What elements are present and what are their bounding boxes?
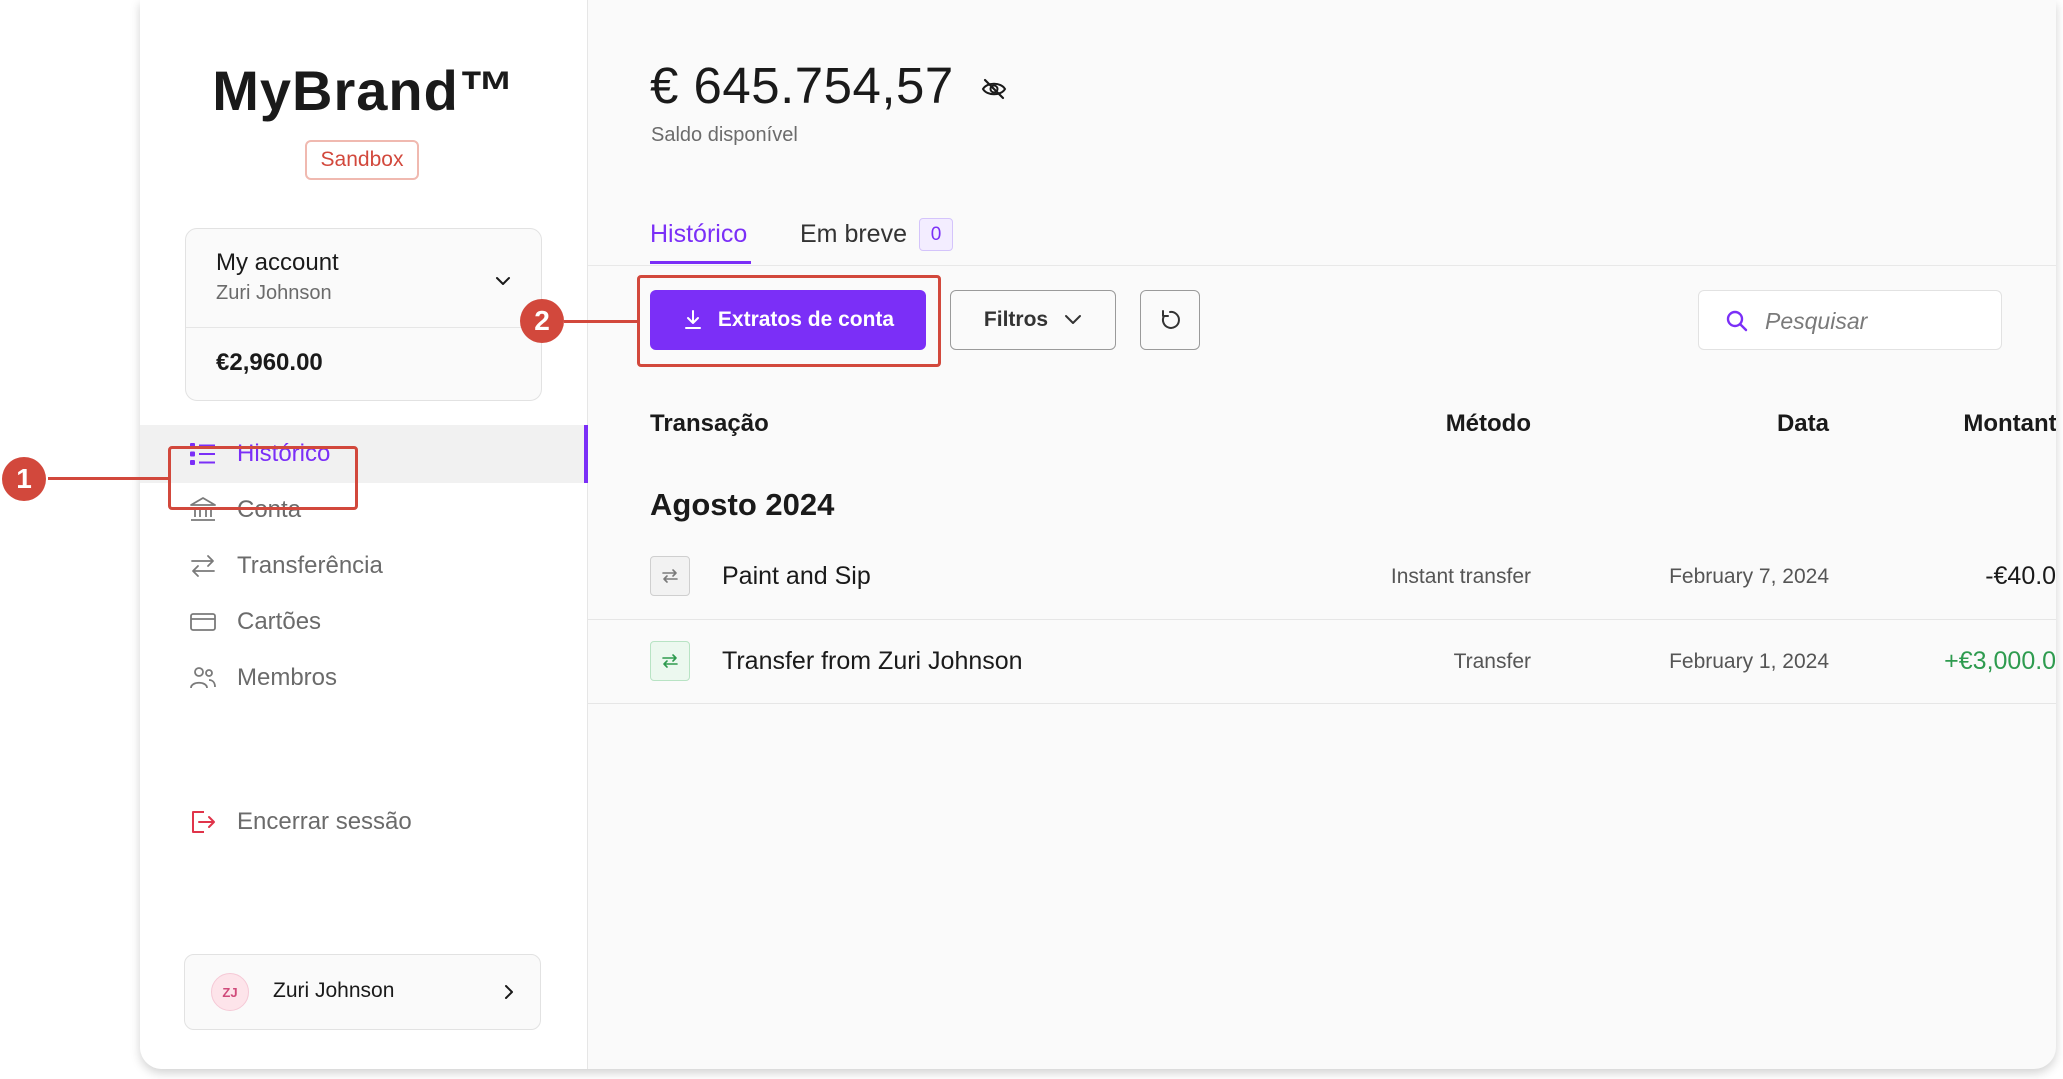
month-group-heading: Agosto 2024 [650, 487, 835, 522]
user-name: Zuri Johnson [273, 979, 395, 1002]
brand-logo: MyBrand™ [212, 59, 516, 122]
transfer-arrows-icon [191, 555, 215, 577]
bank-icon [190, 497, 216, 521]
transaction-method: Transfer [1453, 650, 1531, 673]
search-input[interactable] [1765, 303, 1985, 339]
annotation-connector-2 [564, 320, 637, 323]
sidebar-item-label: Cartões [237, 608, 322, 635]
filters-label: Filtros [983, 308, 1049, 331]
logout-label: Encerrar sessão [237, 808, 412, 835]
transaction-amount: -€40.00 [1985, 562, 2056, 590]
table-row[interactable]: Transfer from Zuri Johnson Transfer Febr… [588, 619, 2056, 703]
column-header-transaction: Transação [650, 410, 769, 437]
logout-icon [192, 811, 215, 833]
sidebar-item-label: Transferência [237, 552, 383, 579]
account-balance: €2,960.00 [216, 349, 323, 376]
transaction-date: February 1, 2024 [1669, 650, 1829, 673]
transaction-amount: +€3,000.00 [1944, 647, 2056, 675]
sidebar-item-label: Conta [237, 496, 302, 523]
available-balance: € 645.754,57 [650, 57, 954, 114]
sidebar-item-membros[interactable]: Membros [140, 649, 588, 707]
column-header-method: Método [1445, 410, 1531, 437]
refresh-icon [1161, 310, 1180, 329]
transfer-icon [650, 556, 690, 596]
account-statements-button[interactable]: Extratos de conta [650, 290, 926, 350]
column-header-date: Data [1776, 410, 1829, 437]
user-profile-button[interactable]: ZJ Zuri Johnson [184, 954, 541, 1030]
chevron-right-icon [505, 985, 513, 999]
row-divider [588, 703, 2056, 704]
account-divider [186, 327, 541, 328]
transaction-date: February 7, 2024 [1669, 565, 1829, 588]
refresh-button[interactable] [1140, 290, 1200, 350]
search-icon [1726, 310, 1748, 332]
filters-dropdown[interactable]: Filtros [950, 290, 1116, 350]
chevron-down-icon [1065, 315, 1082, 324]
search-box[interactable] [1698, 290, 2002, 350]
chevron-down-icon[interactable] [495, 273, 511, 289]
sidebar-item-transferencia[interactable]: Transferência [140, 537, 588, 595]
account-statements-label: Extratos de conta [717, 308, 895, 331]
tab-historico[interactable]: Histórico [650, 220, 747, 249]
annotation-marker-2: 2 [520, 299, 564, 343]
active-tab-indicator [650, 261, 751, 264]
app-window: MyBrand™ Sandbox My account Zuri Johnson… [140, 0, 2056, 1069]
transaction-method: Instant transfer [1390, 565, 1531, 588]
avatar: ZJ [211, 973, 249, 1011]
sidebar-item-conta[interactable]: Conta [140, 481, 588, 539]
sidebar-item-label: Membros [237, 664, 338, 691]
annotation-connector-1 [48, 477, 168, 480]
sandbox-badge: Sandbox [305, 140, 419, 180]
sidebar-item-cartoes[interactable]: Cartões [140, 593, 588, 651]
transfer-icon [650, 641, 690, 681]
account-user: Zuri Johnson [216, 282, 332, 304]
sidebar-item-historico[interactable]: Histórico [140, 425, 588, 483]
card-icon [190, 613, 216, 631]
sidebar-item-label: Histórico [237, 440, 331, 467]
column-header-amount: Montante [1963, 410, 2056, 437]
tabs-divider [588, 265, 2056, 266]
download-icon [684, 310, 701, 329]
account-title: My account [216, 249, 339, 276]
tab-em-breve[interactable]: Em breve [800, 220, 907, 249]
count-badge: 0 [919, 218, 953, 251]
eye-off-icon[interactable] [980, 75, 1008, 103]
members-icon [190, 667, 216, 689]
sidebar: MyBrand™ Sandbox My account Zuri Johnson… [140, 0, 588, 1069]
balance-label: Saldo disponível [651, 124, 798, 146]
transaction-name: Paint and Sip [722, 562, 871, 590]
list-icon [190, 443, 215, 465]
annotation-marker-1: 1 [2, 457, 46, 501]
account-selector[interactable]: My account Zuri Johnson €2,960.00 [185, 228, 542, 401]
transaction-name: Transfer from Zuri Johnson [722, 647, 1023, 675]
table-row[interactable]: Paint and Sip Instant transfer February … [588, 534, 2056, 618]
logout-button[interactable]: Encerrar sessão [140, 793, 588, 851]
